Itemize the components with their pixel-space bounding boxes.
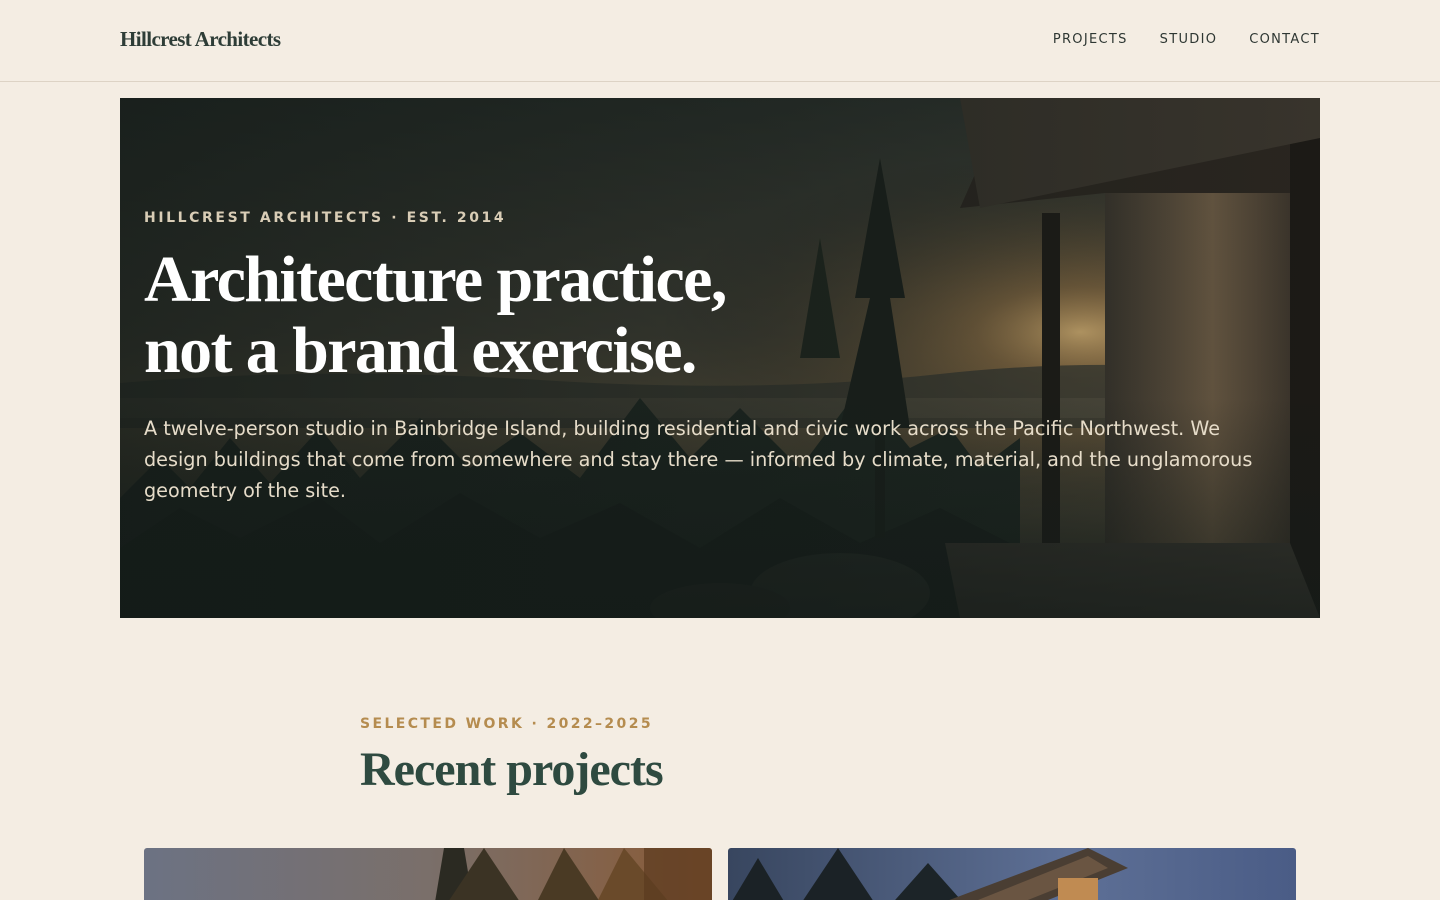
hero-eyebrow: HILLCREST ARCHITECTS · EST. 2014 <box>144 210 507 226</box>
hero-title: Architecture practice, not a brand exerc… <box>144 244 1284 386</box>
site-logo[interactable]: Hillcrest Architects <box>120 27 281 52</box>
nav-link-projects[interactable]: PROJECTS <box>1053 32 1128 47</box>
work-eyebrow: SELECTED WORK · 2022–2025 <box>360 716 653 732</box>
hero-title-line-2: not a brand exercise. <box>144 314 697 387</box>
nav-link-studio[interactable]: STUDIO <box>1160 32 1218 47</box>
project-image <box>144 848 712 900</box>
hero: HILLCREST ARCHITECTS · EST. 2014 Archite… <box>120 98 1320 618</box>
hero-content: HILLCREST ARCHITECTS · EST. 2014 Archite… <box>144 210 1284 506</box>
nav-link-contact[interactable]: CONTACT <box>1249 32 1320 47</box>
work-title: Recent projects <box>360 743 664 796</box>
project-image <box>728 848 1296 900</box>
site-header: Hillcrest Architects PROJECTS STUDIO CON… <box>0 0 1440 82</box>
main-nav: PROJECTS STUDIO CONTACT <box>1053 32 1320 47</box>
hero-title-line-1: Architecture practice, <box>144 243 727 316</box>
work-section-header: SELECTED WORK · 2022–2025 Recent project… <box>360 716 664 797</box>
project-card-image[interactable] <box>144 848 712 900</box>
hero-description: A twelve-person studio in Bainbridge Isl… <box>144 417 1253 502</box>
project-card-image[interactable] <box>728 848 1296 900</box>
